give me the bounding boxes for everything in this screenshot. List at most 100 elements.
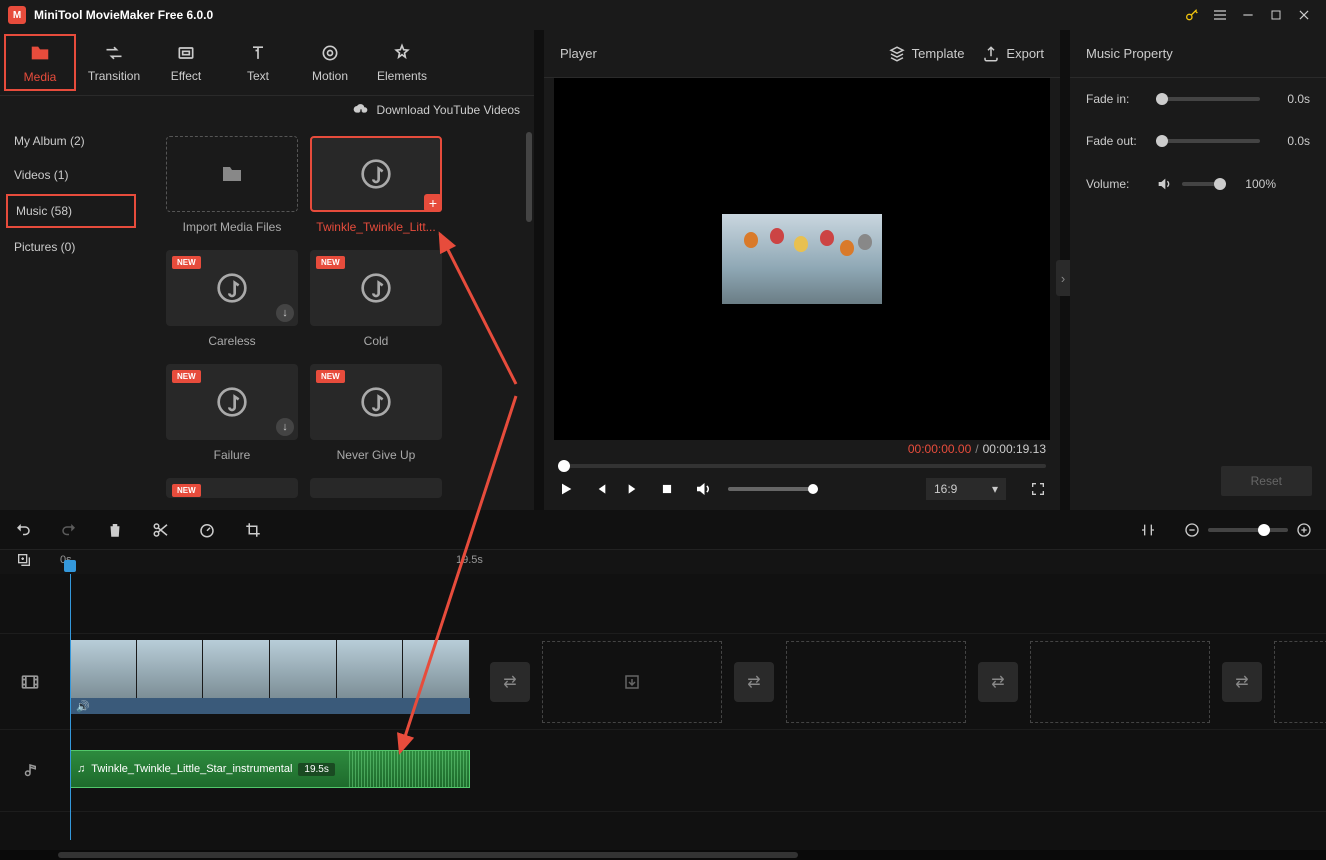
delete-button[interactable] — [106, 521, 124, 539]
fade-in-label: Fade in: — [1086, 92, 1146, 106]
fade-in-slider[interactable] — [1156, 97, 1260, 101]
tab-media[interactable]: Media — [4, 34, 76, 91]
crop-button[interactable] — [244, 521, 262, 539]
add-track-button[interactable] — [16, 552, 32, 568]
redo-button[interactable] — [60, 521, 78, 539]
sidebar-item-pictures[interactable]: Pictures (0) — [0, 230, 142, 264]
library-tabs: Media Transition Effect Text Motion Elem… — [0, 30, 534, 96]
prev-frame-button[interactable] — [592, 481, 612, 497]
tab-motion[interactable]: Motion — [294, 30, 366, 95]
add-to-timeline-icon[interactable]: + — [424, 194, 442, 212]
transition-slot[interactable]: ⇄ — [1222, 662, 1262, 702]
stop-button[interactable] — [660, 482, 680, 496]
transition-icon — [104, 43, 124, 63]
motion-icon — [320, 43, 340, 63]
license-key-icon[interactable] — [1178, 1, 1206, 29]
speed-button[interactable] — [198, 521, 216, 539]
close-button[interactable] — [1290, 1, 1318, 29]
media-category-sidebar: My Album (2) Videos (1) Music (58) Pictu… — [0, 124, 142, 510]
fade-out-slider[interactable] — [1156, 139, 1260, 143]
sidebar-item-videos[interactable]: Videos (1) — [0, 158, 142, 192]
drop-zone[interactable] — [542, 641, 722, 723]
fade-out-value: 0.0s — [1270, 134, 1310, 148]
music-note-icon — [216, 386, 248, 418]
music-note-icon — [216, 272, 248, 304]
collapse-panel-button[interactable]: › — [1056, 260, 1070, 296]
card-careless[interactable]: NEW ↓ Careless — [166, 250, 298, 348]
folder-icon — [29, 42, 51, 64]
timeline-ruler[interactable]: 0s 19.5s — [0, 550, 1326, 574]
fullscreen-button[interactable] — [1030, 481, 1046, 497]
horizontal-scrollbar[interactable] — [0, 850, 1326, 860]
menu-icon[interactable] — [1206, 1, 1234, 29]
audio-clip-duration: 19.5s — [298, 763, 334, 776]
download-youtube-link[interactable]: Download YouTube Videos — [0, 96, 534, 124]
app-logo-icon: M — [8, 6, 26, 24]
overlay-track[interactable] — [0, 574, 1326, 634]
sidebar-item-music[interactable]: Music (58) — [6, 194, 136, 228]
card-twinkle[interactable]: + Twinkle_Twinkle_Litt... — [310, 136, 442, 234]
timeline: 0s 19.5s 🔊 ⇄ ⇄ ⇄ — [0, 510, 1326, 860]
export-button[interactable]: Export — [982, 45, 1044, 63]
audio-track-icon — [0, 730, 60, 811]
next-frame-button[interactable] — [626, 481, 646, 497]
playhead[interactable] — [64, 560, 76, 572]
new-badge: NEW — [172, 370, 201, 383]
play-button[interactable] — [558, 481, 578, 497]
transition-slot[interactable]: ⇄ — [978, 662, 1018, 702]
speaker-icon: 🔊 — [76, 700, 90, 713]
duration-time: 00:00:19.13 — [983, 442, 1046, 456]
fit-timeline-button[interactable] — [1140, 522, 1156, 538]
audio-clip[interactable]: ♫ Twinkle_Twinkle_Little_Star_instrument… — [70, 750, 470, 788]
aspect-ratio-select[interactable]: 16:9 ▾ — [926, 478, 1006, 500]
audio-track[interactable]: ♫ Twinkle_Twinkle_Little_Star_instrument… — [0, 730, 1326, 812]
tab-effect[interactable]: Effect — [150, 30, 222, 95]
playhead-line[interactable] — [70, 574, 71, 840]
volume-icon[interactable] — [1156, 176, 1172, 192]
progress-bar[interactable] — [558, 464, 1046, 468]
volume-value: 100% — [1236, 177, 1276, 191]
volume-slider[interactable] — [1182, 182, 1226, 186]
drop-zone[interactable] — [1274, 641, 1326, 723]
transition-slot[interactable]: ⇄ — [490, 662, 530, 702]
export-icon — [982, 45, 1000, 63]
video-clip[interactable]: 🔊 — [70, 640, 470, 700]
audio-clip-name: Twinkle_Twinkle_Little_Star_instrumental — [91, 763, 292, 775]
minimize-button[interactable] — [1234, 1, 1262, 29]
drop-zone[interactable] — [786, 641, 966, 723]
zoom-out-button[interactable] — [1184, 522, 1200, 538]
card-never-give-up[interactable]: NEW Never Give Up — [310, 364, 442, 462]
template-button[interactable]: Template — [888, 45, 965, 63]
card-partial[interactable] — [310, 478, 442, 498]
card-import[interactable]: Import Media Files — [166, 136, 298, 234]
new-badge: NEW — [172, 256, 201, 269]
properties-panel: › Music Property Fade in: 0.0s Fade out:… — [1070, 30, 1326, 510]
zoom-slider[interactable] — [1208, 528, 1288, 532]
tab-text[interactable]: Text — [222, 30, 294, 95]
drop-zone[interactable] — [1030, 641, 1210, 723]
card-partial[interactable]: NEW — [166, 478, 298, 498]
folder-icon — [220, 162, 244, 186]
tab-elements[interactable]: Elements — [366, 30, 438, 95]
music-note-icon — [360, 272, 392, 304]
volume-label: Volume: — [1086, 177, 1146, 191]
zoom-in-button[interactable] — [1296, 522, 1312, 538]
volume-slider[interactable] — [728, 487, 818, 491]
scrollbar[interactable] — [526, 132, 532, 222]
reset-button[interactable]: Reset — [1221, 466, 1312, 496]
download-icon[interactable]: ↓ — [276, 304, 294, 322]
card-cold[interactable]: NEW Cold — [310, 250, 442, 348]
video-track[interactable]: 🔊 ⇄ ⇄ ⇄ ⇄ — [0, 634, 1326, 730]
fade-in-value: 0.0s — [1270, 92, 1310, 106]
transition-slot[interactable]: ⇄ — [734, 662, 774, 702]
download-icon[interactable]: ↓ — [276, 418, 294, 436]
sidebar-item-myalbum[interactable]: My Album (2) — [0, 124, 142, 158]
volume-icon[interactable] — [694, 480, 714, 498]
split-button[interactable] — [152, 521, 170, 539]
undo-button[interactable] — [14, 521, 32, 539]
video-preview[interactable] — [554, 78, 1050, 440]
maximize-button[interactable] — [1262, 1, 1290, 29]
card-failure[interactable]: NEW ↓ Failure — [166, 364, 298, 462]
tab-transition[interactable]: Transition — [78, 30, 150, 95]
download-cloud-icon — [353, 102, 369, 118]
